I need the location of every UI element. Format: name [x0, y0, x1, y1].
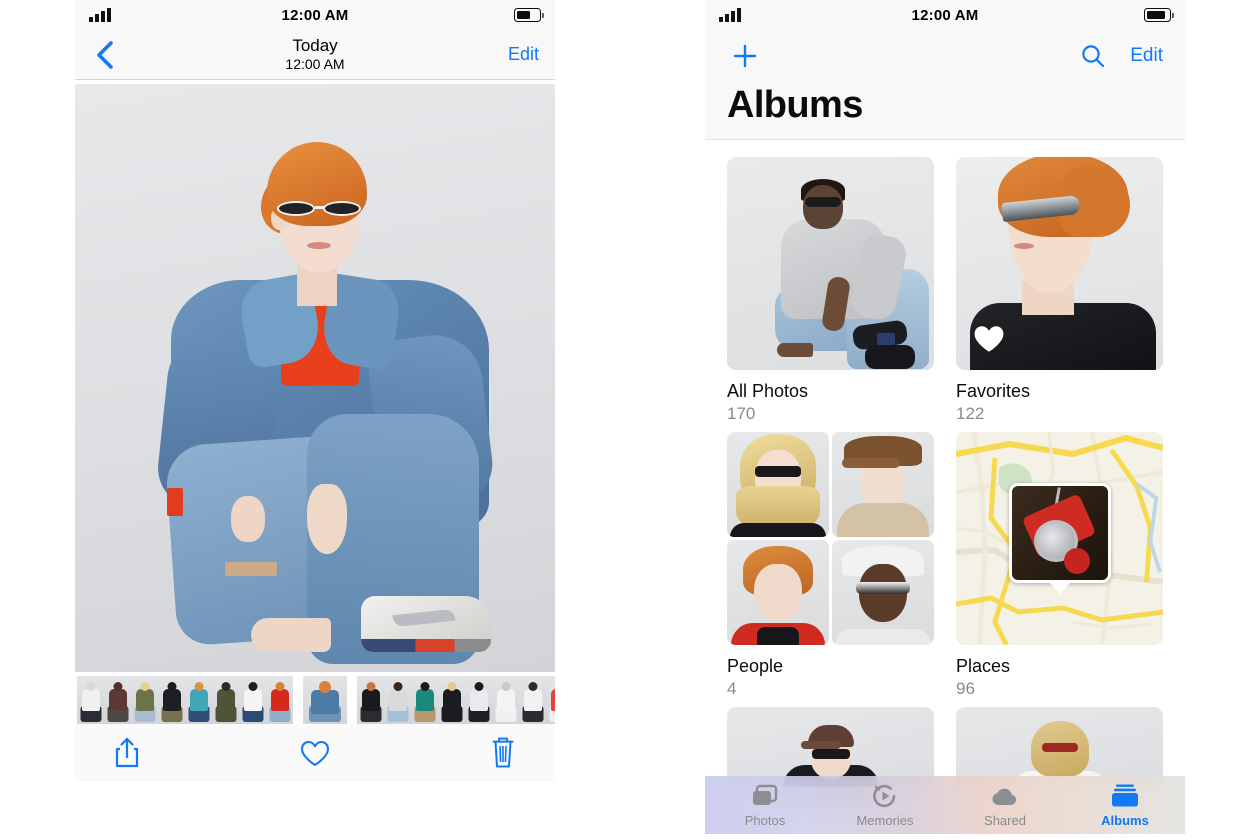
status-time: 12:00 AM: [281, 6, 349, 24]
photo-filmstrip[interactable]: [75, 676, 555, 724]
tab-label: Photos: [744, 812, 786, 828]
photo-action-toolbar: [75, 724, 555, 782]
battery-icon: [514, 8, 544, 22]
filmstrip-thumb[interactable]: [384, 676, 411, 724]
search-icon: [1082, 45, 1105, 68]
filmstrip-thumb-selected[interactable]: [303, 676, 347, 724]
filmstrip-thumb[interactable]: [519, 676, 546, 724]
page-subtitle: 12:00 AM: [285, 56, 345, 73]
tab-bar: Photos Memories Shared Albums: [705, 776, 1185, 834]
album-cover-people[interactable]: [727, 432, 934, 645]
album-cover-partial-1[interactable]: [727, 707, 934, 787]
status-time: 12:00 AM: [911, 6, 979, 24]
battery-icon: [1144, 8, 1174, 22]
album-label: Favorites: [956, 381, 1031, 401]
people-face-4: [832, 540, 934, 645]
sunglasses-detail: [275, 200, 363, 217]
people-face-2: [832, 432, 934, 537]
delete-button[interactable]: [481, 731, 525, 775]
people-face-1: [727, 432, 829, 537]
edit-button[interactable]: Edit: [508, 44, 539, 65]
filmstrip-gap: [293, 676, 303, 724]
trash-icon: [492, 737, 514, 768]
tab-memories[interactable]: Memories: [825, 783, 945, 828]
cloud-icon: [989, 783, 1021, 809]
detail-nav-bar: Today 12:00 AM Edit: [75, 30, 555, 80]
tab-label: Albums: [1101, 812, 1149, 828]
denim-jacket-model-photo[interactable]: [75, 84, 555, 672]
albums-folder-icon: [1110, 783, 1140, 809]
filmstrip-thumb[interactable]: [546, 676, 555, 724]
filmstrip-thumb[interactable]: [438, 676, 465, 724]
add-album-button[interactable]: [727, 38, 763, 74]
album-label: People: [727, 656, 784, 676]
albums-grid: All Photos 170 Favorites 122 People 4 Pl…: [727, 157, 1163, 699]
photo-viewer: [75, 80, 555, 676]
album-count: 4: [727, 679, 737, 698]
photo-detail-screen: 12:00 AM Today 12:00 AM Edit: [75, 0, 555, 840]
edit-button[interactable]: Edit: [1130, 45, 1163, 67]
album-item-all-photos[interactable]: All Photos 170: [727, 157, 934, 424]
memories-play-icon: [871, 783, 899, 809]
filmstrip-thumb[interactable]: [411, 676, 438, 724]
filmstrip-thumb[interactable]: [357, 676, 384, 724]
chevron-left-icon: [96, 40, 113, 69]
filmstrip-thumb[interactable]: [266, 676, 293, 724]
favorite-button[interactable]: [293, 731, 337, 775]
screenshot-root: 12:00 AM Today 12:00 AM Edit 12:00 AM Ed…: [0, 0, 1260, 840]
album-label: All Photos: [727, 381, 809, 401]
album-count: 122: [956, 404, 985, 423]
album-cover-all-photos[interactable]: [727, 157, 934, 370]
people-face-3: [727, 540, 829, 645]
search-button[interactable]: [1078, 41, 1108, 71]
albums-content: All Photos 170 Favorites 122 People 4 Pl…: [705, 140, 1185, 834]
filmstrip-thumb[interactable]: [492, 676, 519, 724]
status-bar-left: 12:00 AM: [75, 0, 555, 30]
share-icon: [115, 737, 139, 768]
album-item-people[interactable]: People 4: [727, 432, 934, 699]
album-label: Places: [956, 656, 1011, 676]
back-button[interactable]: [91, 40, 117, 70]
albums-screen: 12:00 AM Edit Albums All Photos 170 Favo…: [705, 0, 1185, 840]
albums-grid-next-row: [727, 707, 1163, 787]
filmstrip-thumb[interactable]: [104, 676, 131, 724]
heart-filled-icon: [972, 324, 1006, 354]
nav-title-group: Today 12:00 AM: [75, 37, 555, 72]
album-count: 170: [727, 404, 756, 423]
album-cover-places[interactable]: [956, 432, 1163, 645]
plus-icon: [733, 44, 757, 68]
filmstrip-thumb[interactable]: [158, 676, 185, 724]
map-photo-pin: [1008, 482, 1111, 594]
filmstrip-thumb[interactable]: [212, 676, 239, 724]
filmstrip-thumb[interactable]: [239, 676, 266, 724]
heart-icon: [300, 740, 330, 766]
filmstrip-thumb[interactable]: [465, 676, 492, 724]
filmstrip-thumb[interactable]: [131, 676, 158, 724]
album-cover-favorites[interactable]: [956, 157, 1163, 370]
tab-label: Shared: [984, 812, 1026, 828]
filmstrip-gap: [347, 676, 357, 724]
tab-label: Memories: [856, 812, 914, 828]
albums-header: Edit Albums: [705, 30, 1185, 140]
filmstrip-thumb[interactable]: [77, 676, 104, 724]
album-cover-partial-2[interactable]: [956, 707, 1163, 787]
album-count: 96: [956, 679, 975, 698]
status-bar-right: 12:00 AM: [705, 0, 1185, 30]
share-button[interactable]: [105, 731, 149, 775]
tab-photos[interactable]: Photos: [705, 783, 825, 828]
album-item-favorites[interactable]: Favorites 122: [956, 157, 1163, 424]
page-title: Today: [292, 36, 338, 56]
album-item-places[interactable]: Places 96: [956, 432, 1163, 699]
page-title: Albums: [727, 84, 863, 126]
filmstrip-thumb[interactable]: [185, 676, 212, 724]
tab-albums[interactable]: Albums: [1065, 783, 1185, 828]
photos-stack-icon: [750, 783, 780, 809]
tab-shared[interactable]: Shared: [945, 783, 1065, 828]
